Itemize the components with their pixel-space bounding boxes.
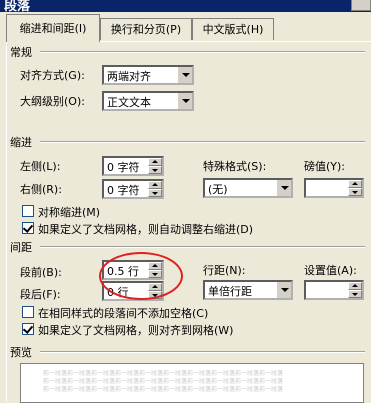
spin-down-icon[interactable] bbox=[348, 290, 362, 298]
special-format-select[interactable]: (无) bbox=[203, 178, 293, 198]
chevron-down-icon[interactable] bbox=[177, 93, 192, 109]
indent-right-label: 右侧(R): bbox=[20, 183, 62, 196]
mirror-indent-checkbox[interactable] bbox=[22, 205, 34, 217]
title-bar: 段落 bbox=[0, 0, 371, 12]
preview-box: 前一段落前一段落前一段落前一段落前一段落前一段落前一段落前一段落前一段落前一段落… bbox=[20, 363, 364, 403]
alignment-select[interactable]: 两端对齐 bbox=[102, 65, 194, 85]
preview-text-line: 前一段落前一段落前一段落前一段落前一段落前一段落前一段落前一段落前一段落前一段落 bbox=[43, 378, 284, 385]
auto-adjust-indent-checkbox[interactable] bbox=[22, 222, 34, 234]
line-spacing-select[interactable]: 单倍行距 bbox=[203, 280, 293, 300]
indent-left-value: 0 字符 bbox=[107, 161, 140, 174]
tab-label: 中文版式(H) bbox=[202, 23, 264, 36]
tab-label: 缩进和间距(I) bbox=[19, 22, 87, 35]
spin-up-icon[interactable] bbox=[148, 181, 162, 189]
chevron-down-icon[interactable] bbox=[276, 282, 291, 298]
chevron-down-icon[interactable] bbox=[276, 180, 291, 196]
spacing-at-spinner[interactable] bbox=[304, 280, 364, 300]
divider bbox=[40, 141, 365, 143]
alignment-label: 对齐方式(G): bbox=[20, 69, 85, 82]
spacing-after-label: 段后(F): bbox=[20, 288, 61, 301]
preview-text-line: 前一段落前一段落前一段落前一段落前一段落前一段落前一段落前一段落前一段落前一段落 bbox=[43, 370, 284, 377]
section-spacing-heading: 间距 bbox=[10, 241, 32, 254]
window-title: 段落 bbox=[4, 0, 31, 12]
divider bbox=[40, 351, 365, 353]
line-spacing-label: 行距(N): bbox=[203, 264, 246, 277]
line-spacing-value: 单倍行距 bbox=[208, 285, 252, 298]
preview-text-line: 前一段落前一段落前一段落前一段落前一段落前一段落前一段落前一段落前一段落前一段落 bbox=[43, 386, 284, 393]
spin-up-icon[interactable] bbox=[348, 180, 362, 188]
spin-up-icon[interactable] bbox=[148, 158, 162, 166]
spin-down-icon[interactable] bbox=[148, 166, 162, 174]
special-format-value: (无) bbox=[208, 183, 228, 196]
snap-to-grid-checkbox[interactable] bbox=[22, 323, 34, 335]
indent-by-label: 磅值(Y): bbox=[304, 160, 346, 173]
section-preview-heading: 预览 bbox=[10, 346, 32, 359]
tab-line-page-breaks[interactable]: 换行和分页(P) bbox=[100, 18, 192, 40]
divider bbox=[40, 51, 365, 53]
indent-right-value: 0 字符 bbox=[107, 184, 140, 197]
close-button[interactable] bbox=[351, 0, 371, 11]
divider bbox=[40, 246, 365, 248]
tab-indent-spacing[interactable]: 缩进和间距(I) bbox=[6, 14, 100, 42]
indent-by-spinner[interactable] bbox=[304, 178, 364, 198]
snap-to-grid-label: 如果定义了文档网格，则对齐到网格(W) bbox=[38, 324, 234, 337]
section-indent-heading: 缩进 bbox=[10, 136, 32, 149]
section-general-heading: 常规 bbox=[10, 46, 32, 59]
mirror-indent-label: 对称缩进(M) bbox=[38, 206, 101, 219]
spacing-before-label: 段前(B): bbox=[20, 266, 62, 279]
indent-left-spinner[interactable]: 0 字符 bbox=[102, 156, 164, 176]
outline-select[interactable]: 正文文本 bbox=[102, 91, 194, 111]
outline-label: 大纲级别(O): bbox=[20, 95, 85, 108]
alignment-value: 两端对齐 bbox=[107, 70, 151, 83]
no-space-same-style-label: 在相同样式的段落间不添加空格(C) bbox=[38, 307, 209, 320]
auto-adjust-indent-label: 如果定义了文档网格，则自动调整右缩进(D) bbox=[38, 223, 254, 236]
tab-label: 换行和分页(P) bbox=[110, 23, 182, 36]
annotation-ellipse bbox=[99, 252, 183, 300]
indent-left-label: 左侧(L): bbox=[20, 160, 61, 173]
tab-asian-typography[interactable]: 中文版式(H) bbox=[192, 18, 274, 40]
spin-up-icon[interactable] bbox=[348, 282, 362, 290]
indent-right-spinner[interactable]: 0 字符 bbox=[102, 179, 164, 199]
outline-value: 正文文本 bbox=[107, 96, 151, 109]
no-space-same-style-checkbox[interactable] bbox=[22, 306, 34, 318]
spin-down-icon[interactable] bbox=[348, 188, 362, 196]
spin-down-icon[interactable] bbox=[148, 189, 162, 197]
spacing-at-label: 设置值(A): bbox=[304, 264, 357, 277]
chevron-down-icon[interactable] bbox=[177, 67, 192, 83]
special-format-label: 特殊格式(S): bbox=[203, 160, 267, 173]
